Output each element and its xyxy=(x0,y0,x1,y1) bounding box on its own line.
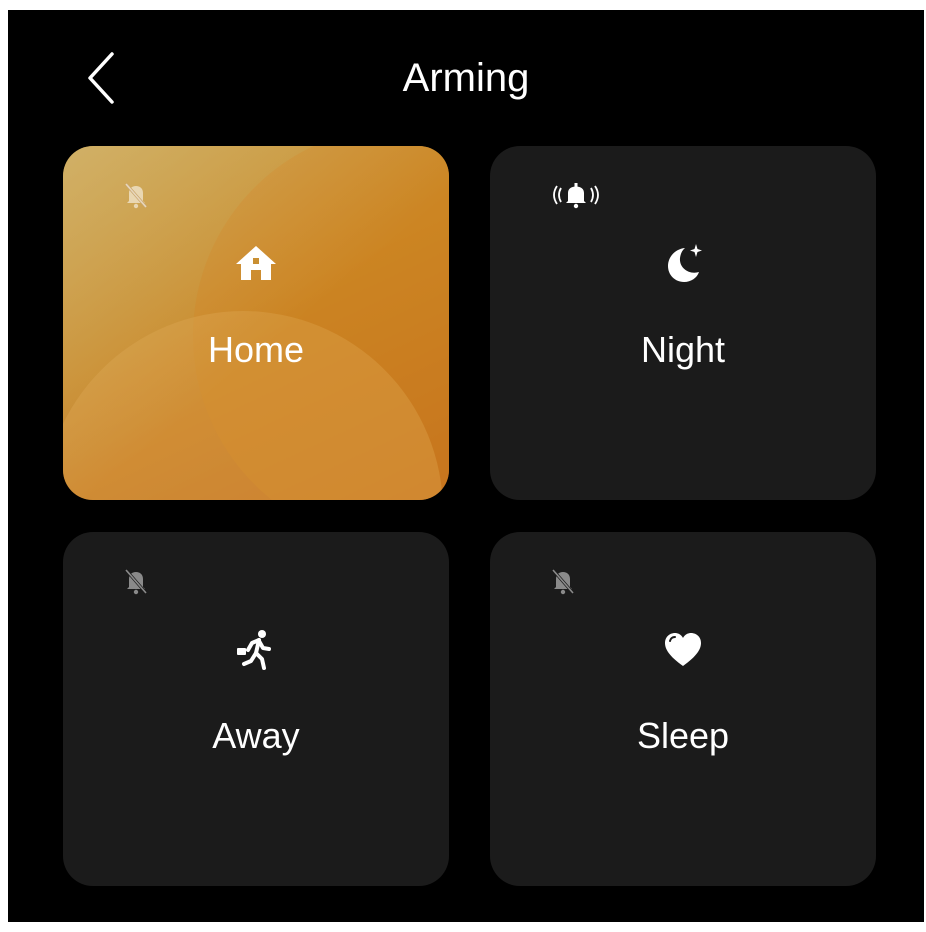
mode-label: Night xyxy=(640,329,726,370)
bell-ringing-icon xyxy=(546,178,606,212)
bell-off-icon xyxy=(119,564,153,598)
bell-off-icon xyxy=(119,178,153,212)
mode-label: Away xyxy=(212,715,300,756)
mode-tile-away[interactable]: Away xyxy=(63,532,449,886)
heart-icon xyxy=(659,626,707,674)
home-icon xyxy=(232,240,280,288)
mode-tile-home[interactable]: Home xyxy=(63,146,449,500)
mode-label: Home xyxy=(207,329,305,370)
mode-tile-night[interactable]: Night xyxy=(490,146,876,500)
mode-label: Sleep xyxy=(636,715,730,756)
arming-screen: Arming Home Night Away Sleep xyxy=(8,10,924,922)
bell-off-icon xyxy=(546,564,580,598)
header: Arming xyxy=(8,10,924,140)
page-title: Arming xyxy=(402,56,530,100)
moon-star-icon xyxy=(659,240,707,288)
mode-tile-sleep[interactable]: Sleep xyxy=(490,532,876,886)
running-person-icon xyxy=(232,626,280,674)
